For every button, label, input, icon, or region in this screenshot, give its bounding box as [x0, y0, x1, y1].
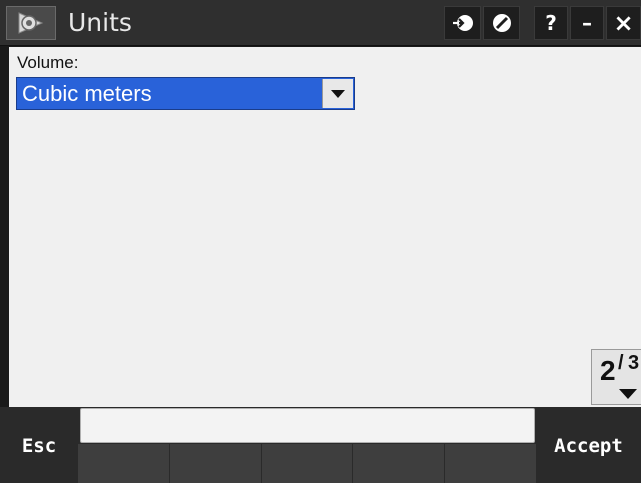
- status-input-strip[interactable]: [80, 408, 535, 443]
- esc-button[interactable]: Esc: [0, 408, 78, 483]
- chevron-down-icon: [331, 89, 345, 98]
- gear-icon: [18, 12, 44, 34]
- softkey-4[interactable]: [353, 444, 446, 483]
- login-button[interactable]: [444, 6, 481, 40]
- page-total: 3: [628, 352, 640, 374]
- content-area: Volume: Cubic meters 2 / 3: [9, 47, 641, 407]
- page-current: 2: [600, 355, 616, 386]
- login-arrow-icon: [452, 15, 473, 31]
- softkey-row: [78, 444, 536, 483]
- no-entry-icon: [492, 14, 511, 32]
- dropdown-button[interactable]: [322, 79, 353, 108]
- volume-select[interactable]: Cubic meters: [16, 77, 355, 110]
- softkey-1[interactable]: [78, 444, 170, 483]
- softkey-3[interactable]: [261, 444, 354, 483]
- page-indicator[interactable]: 2 / 3: [591, 349, 641, 405]
- help-button[interactable]: ?: [534, 6, 568, 40]
- block-button[interactable]: [483, 6, 520, 40]
- accept-button[interactable]: Accept: [536, 408, 641, 483]
- window-title: Units: [68, 8, 132, 37]
- page-separator: /: [618, 352, 624, 374]
- settings-app-icon[interactable]: [6, 6, 56, 40]
- close-button[interactable]: ×: [606, 6, 641, 40]
- softkey-2[interactable]: [169, 444, 262, 483]
- softkey-5[interactable]: [445, 444, 536, 483]
- volume-label: Volume:: [17, 53, 79, 72]
- minimize-button[interactable]: –: [570, 6, 604, 40]
- title-bar: Units ? – ×: [0, 0, 641, 46]
- next-page-arrow-icon: [619, 389, 637, 399]
- volume-select-value: Cubic meters: [22, 81, 152, 106]
